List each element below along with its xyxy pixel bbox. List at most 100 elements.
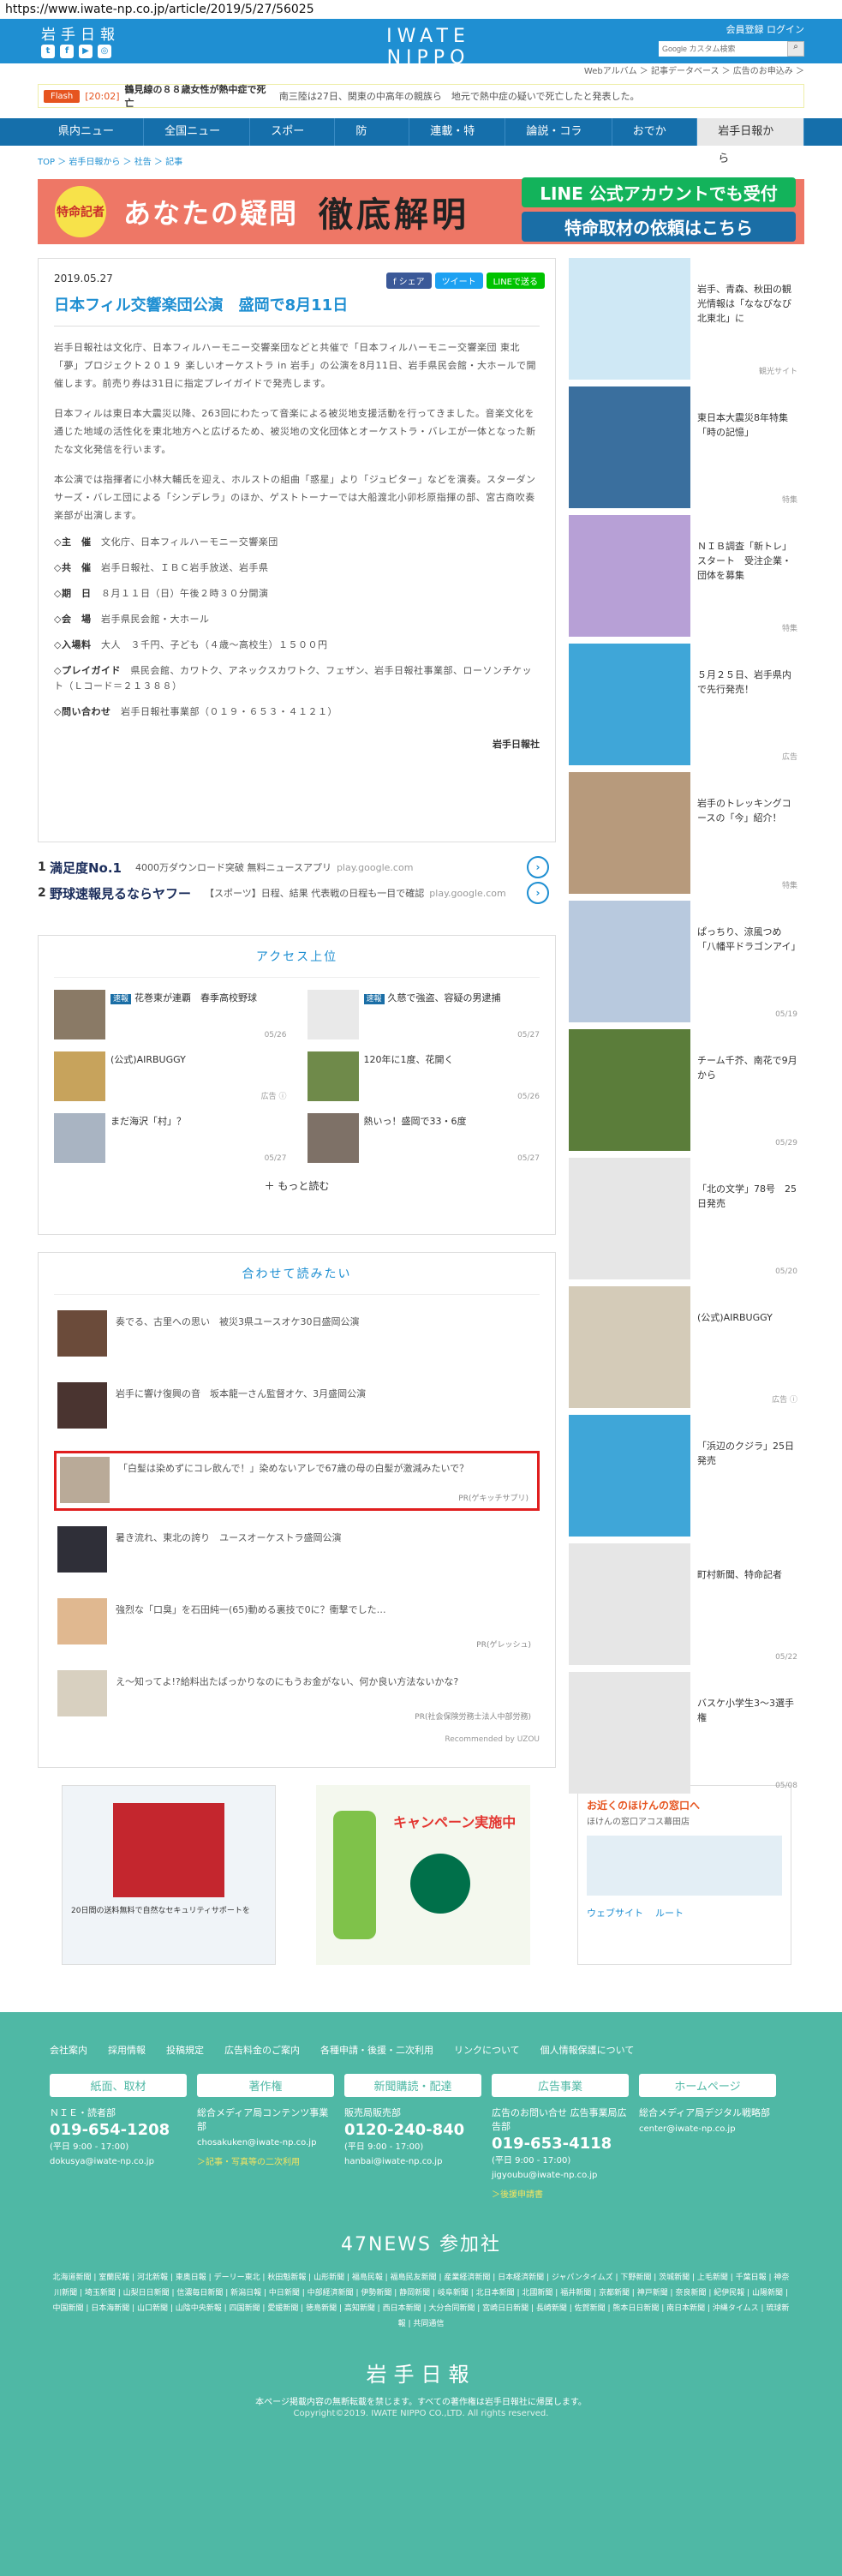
sidebar-item[interactable]: ぱっちり、涼風つめ「八幡平ドラゴンアイ」 05/19	[569, 901, 804, 1022]
ad-website-link[interactable]: ウェブサイト	[587, 1906, 643, 1920]
nav-item[interactable]: 防 災	[335, 118, 410, 165]
footer-extra-link[interactable]: ＞記事・写真等の二次利用	[197, 2154, 334, 2167]
info-value: 文化庁、日本フィルハーモニー交響楽団	[100, 536, 278, 548]
banner-left: 特命記者 あなたの疑問 徹底解明	[38, 179, 513, 244]
search-input[interactable]	[659, 41, 787, 57]
text-ad[interactable]: 1 満足度No.1 4000万ダウンロード突破 無料ニュースアプリ play.g…	[38, 854, 556, 880]
recommend-item[interactable]: 強烈な「口臭」を石田純一(65)動める裏技で0に？衝撃でした… PR(ゲレッシュ…	[54, 1595, 540, 1655]
footer-link[interactable]: 採用情報	[108, 2043, 146, 2057]
display-ad[interactable]: キャンペーン実施中	[316, 1785, 530, 1965]
footer-links: 会社案内 採用情報 投稿規定 広告料金のご案内 各種申請・後援・二次利用 リンク…	[0, 2012, 842, 2057]
sidebar-item[interactable]: 「浜辺のクジラ」25日発売	[569, 1415, 804, 1537]
facebook-icon[interactable]: f	[60, 45, 74, 58]
breadcrumb[interactable]: TOP ＞ 岩手日報から ＞ 社告 ＞ 記事	[0, 146, 842, 176]
facebook-share-button[interactable]: f シェア	[385, 273, 432, 289]
display-ad[interactable]: 20日間の送料無料で自然なセキュリティサポートを	[62, 1785, 276, 1965]
nav-item[interactable]: 全国ニュース	[144, 118, 251, 165]
nav-item[interactable]: スポーツ	[250, 118, 336, 165]
email-link[interactable]: center@iwate-np.co.jp	[639, 2124, 776, 2134]
footer-link[interactable]: 投稿規定	[166, 2043, 204, 2057]
footer-link[interactable]: リンクについて	[454, 2043, 520, 2057]
recommend-item[interactable]: え～知ってよ!?給料出たばっかりなのにもうお金がない、何か良い方法ないかな? P…	[54, 1667, 540, 1727]
ranking-date: 05/27	[517, 1031, 540, 1039]
email-link[interactable]: dokusya@iwate-np.co.jp	[50, 2157, 187, 2166]
sidebar-item[interactable]: 岩手、青森、秋田の観光情報は「ななびなび北東北」に 観光サイト	[569, 258, 804, 380]
member-links[interactable]: 会員登録 ログイン	[726, 22, 805, 36]
more-button[interactable]: ＋ もっと読む	[54, 1178, 540, 1193]
news47-members[interactable]: 北海道新聞 | 室蘭民報 | 河北新報 | 東奥日報 | デーリー東北 | 秋田…	[53, 2270, 790, 2332]
footer-link[interactable]: 広告料金のご案内	[224, 2043, 300, 2057]
text-ads: 1 満足度No.1 4000万ダウンロード突破 無料ニュースアプリ play.g…	[38, 854, 556, 906]
footer-col: 広告事業 広告のお問い合せ 広告事業局広告部 019-653-4118 (平日 …	[492, 2074, 629, 2200]
breaking-badge: 速報	[363, 994, 385, 1004]
search-icon[interactable]: ⌕	[787, 41, 804, 57]
phone-number[interactable]: 019-654-1208	[50, 2121, 187, 2139]
sidebar-item[interactable]: 岩手のトレッキングコースの「今」紹介！ 特集	[569, 772, 804, 894]
flash-body: 南三陸は27日、関東の中高年の親族ら 地元で熱中症の疑いで死亡したと発表した。	[278, 91, 640, 102]
youtube-icon[interactable]: ▶	[79, 45, 93, 58]
display-ad[interactable]: お近くのほけんの窓口へ ほけんの窓口アコス幕田店 ウェブサイト ルート	[577, 1785, 791, 1965]
sidebar-item[interactable]: ＮＩＢ調査「新トレ」スタート 受注企業・団体を募集 特集	[569, 515, 804, 637]
info-row: ◇プレイガイド 県民会館、カワトク、アネックスカワトク、フェザン、岩手日報社事業…	[54, 663, 540, 694]
ad-description: 4000万ダウンロード突破 無料ニュースアプリ	[135, 862, 331, 873]
sidebar-item[interactable]: 東日本大震災8年特集「時の記憶」 特集	[569, 386, 804, 508]
sidebar-item[interactable]: ５月２５日、岩手県内で先行発売！ 広告	[569, 644, 804, 765]
recommend-item[interactable]: 岩手に響け復興の音 坂本龍一さん監督オケ、3月盛岡公演	[54, 1379, 540, 1439]
ranking-headline: まだ海沢「村」？	[110, 1116, 186, 1127]
tweet-button[interactable]: ツイート	[434, 273, 483, 289]
ranking-item[interactable]: (公式)AIRBUGGY 広告 ⓘ	[54, 1051, 287, 1101]
footer-col-head: ホームページ	[639, 2074, 776, 2097]
nav-item[interactable]: 県内ニュース	[38, 118, 145, 165]
tokumei-banner[interactable]: 特命記者 あなたの疑問 徹底解明 LINE 公式アカウントでも受付 特命取材の依…	[38, 177, 804, 244]
nav-item-active[interactable]: 岩手日報から	[697, 118, 804, 165]
ranking-text: 熱いっ！盛岡で33・6度	[359, 1113, 472, 1163]
line-share-button[interactable]: LINEで送る	[486, 273, 545, 289]
recommend-item-highlighted[interactable]: 「白髪は染めずにコレ飲んで！」染めないアレで67歳の母の白髪が激減みたいで？ P…	[54, 1451, 540, 1511]
recommend-item[interactable]: 奏でる、古里への思い 被災3県ユースオケ30日盛岡公演	[54, 1307, 540, 1367]
footer-link[interactable]: 各種申請・後援・二次利用	[320, 2043, 433, 2057]
nav-item[interactable]: おでかけ	[612, 118, 698, 165]
sidebar-thumbnail	[569, 1158, 690, 1279]
footer-col-head: 著作権	[197, 2074, 334, 2097]
nav-item[interactable]: 連載・特集	[409, 118, 506, 165]
footer-col-label: ＮＩＥ・読者部	[50, 2107, 116, 2118]
chevron-right-icon[interactable]: ›	[527, 882, 549, 904]
ranking-item[interactable]: 速報 花巻東が連覇 春季高校野球 05/26	[54, 990, 287, 1039]
instagram-icon[interactable]: ◎	[98, 45, 111, 58]
banner-badge: 特命記者	[55, 186, 106, 237]
banner-line-pill[interactable]: LINE 公式アカウントでも受付	[522, 177, 796, 207]
sidebar-thumbnail	[569, 901, 690, 1022]
ranking-item[interactable]: まだ海沢「村」？ 05/27	[54, 1113, 287, 1163]
email-link[interactable]: hanbai@iwate-np.co.jp	[344, 2157, 481, 2166]
banner-request-pill[interactable]: 特命取材の依頼はこちら	[522, 212, 796, 242]
sidebar-item[interactable]: チーム千芥、南花で9月から 05/29	[569, 1029, 804, 1151]
ranking-item[interactable]: 速報 久慈で強盗、容疑の男逮捕 05/27	[307, 990, 540, 1039]
footer-link[interactable]: 会社案内	[50, 2043, 87, 2057]
flash-news[interactable]: Flash [20:02] 鶴見線の８８歳女性が熱中症で死亡 南三陸は27日、関…	[38, 82, 804, 110]
sidebar-item[interactable]: (公式)AIRBUGGY 広告 ⓘ	[569, 1286, 804, 1408]
sidebar-item[interactable]: 町村新聞、特命記者 05/22	[569, 1543, 804, 1665]
sidebar-item[interactable]: 「北の文学」78号 25日発売 05/20	[569, 1158, 804, 1279]
sidebar-item[interactable]: バスケ小学生3～3選手権 05/08	[569, 1672, 804, 1794]
twitter-icon[interactable]: t	[41, 45, 55, 58]
uzou-credit[interactable]: Recommended by UZOU	[54, 1735, 540, 1744]
email-link[interactable]: chosakuken@iwate-np.co.jp	[197, 2138, 334, 2148]
footer-link[interactable]: 個人情報保護について	[540, 2043, 635, 2057]
email-link[interactable]: jigyoubu@iwate-np.co.jp	[492, 2171, 629, 2180]
site-logo-jp[interactable]: 岩手日報	[41, 22, 120, 44]
ranking-item[interactable]: 120年に1度、花開く 05/26	[307, 1051, 540, 1101]
text-ad[interactable]: 2 野球速報見るならヤフー 【スポーツ】日程、結果 代表戦の日程も一目で確認 p…	[38, 880, 556, 906]
phone-number[interactable]: 0120-240-840	[344, 2121, 481, 2139]
ranking-item[interactable]: 熱いっ！盛岡で33・6度 05/27	[307, 1113, 540, 1163]
brand[interactable]: IWATE NIPPO 2019.05.28. 火	[343, 26, 514, 83]
flash-title[interactable]: 鶴見線の８８歳女性が熱中症で死亡	[125, 82, 269, 110]
url-bar[interactable]: https://www.iwate-np.co.jp/article/2019/…	[0, 0, 842, 19]
recommend-item[interactable]: 暑き流れ、東北の誇り ユースオーケストラ盛岡公演	[54, 1523, 540, 1583]
sidebar-text: ぱっちり、涼風つめ「八幡平ドラゴンアイ」	[697, 926, 801, 952]
chevron-right-icon[interactable]: ›	[527, 856, 549, 878]
nav-item[interactable]: 論説・コラム	[505, 118, 612, 165]
footer-extra-link[interactable]: ＞後援申請書	[492, 2187, 629, 2200]
phone-number[interactable]: 019-653-4118	[492, 2135, 629, 2153]
ad-route-link[interactable]: ルート	[655, 1906, 684, 1920]
footer-logo[interactable]: 岩手日報	[0, 2357, 842, 2387]
